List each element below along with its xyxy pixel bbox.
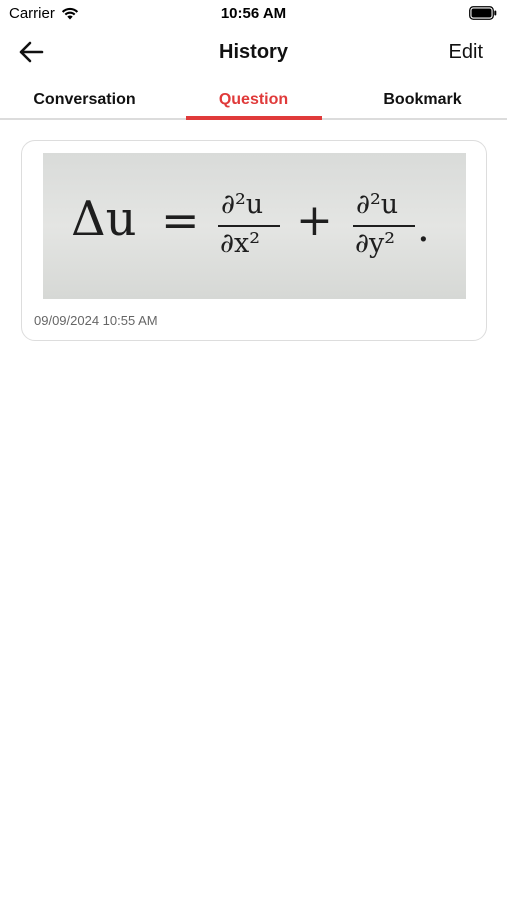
formula-lhs: Δu — [71, 191, 137, 247]
formula-term1-fraction-bar — [218, 225, 280, 227]
formula-term1-denominator: ∂x² — [220, 228, 261, 259]
page-title: History — [219, 41, 288, 63]
tab-question[interactable]: Question — [169, 80, 338, 120]
tab-bar: Conversation Question Bookmark — [0, 80, 507, 120]
formula-term2-numerator: ∂²u — [356, 189, 399, 220]
formula-period: . — [417, 205, 430, 251]
formula-image: Δu = ∂²u ∂x² + ∂²u ∂y² . — [43, 153, 466, 299]
active-tab-indicator — [186, 116, 322, 120]
battery-icon — [469, 6, 497, 20]
status-bar: Carrier 10:56 AM — [0, 0, 507, 28]
history-card[interactable]: Δu = ∂²u ∂x² + ∂²u ∂y² . 09/09/2024 10:5… — [21, 140, 487, 341]
tab-bookmark[interactable]: Bookmark — [338, 80, 507, 120]
formula-plus: + — [296, 195, 333, 246]
status-time: 10:56 AM — [220, 5, 287, 22]
formula-term1-numerator: ∂²u — [221, 189, 264, 220]
history-date: 09/09/2024 10:55 AM — [34, 313, 158, 328]
nav-bar: History Edit — [0, 28, 507, 76]
question-photo: Δu = ∂²u ∂x² + ∂²u ∂y² . — [43, 153, 466, 299]
tab-conversation[interactable]: Conversation — [0, 80, 169, 120]
history-screen: Carrier 10:56 AM History Edit Conversati… — [0, 0, 507, 900]
formula-term2-fraction-bar — [353, 225, 415, 227]
edit-button[interactable]: Edit — [449, 41, 483, 64]
formula-term2-denominator: ∂y² — [355, 228, 396, 259]
formula-equals: = — [161, 193, 200, 247]
